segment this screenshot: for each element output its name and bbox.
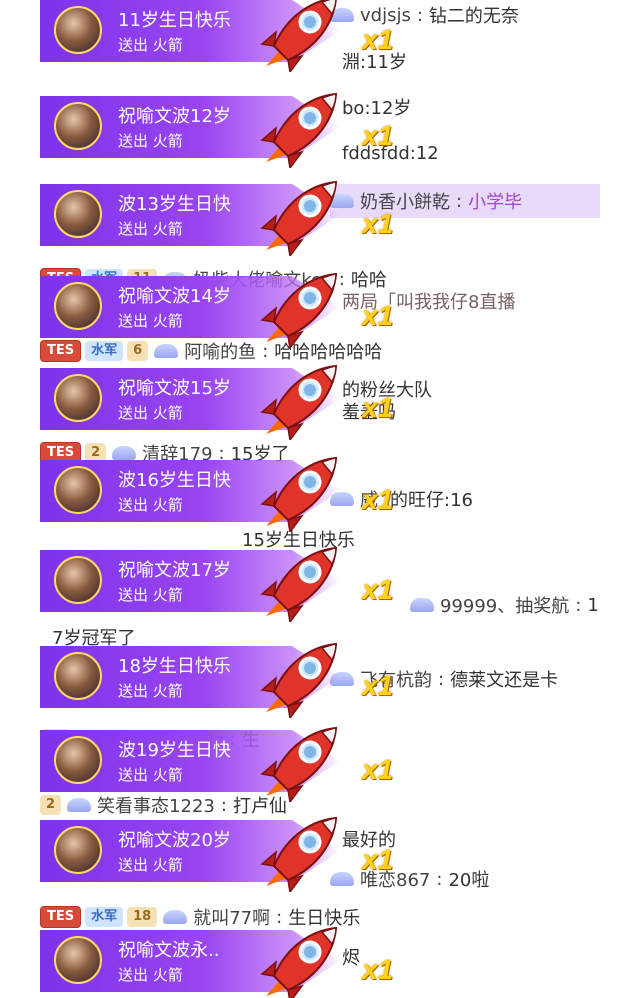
gift-sender-name: 波16岁生日快 — [118, 470, 231, 491]
rocket-icon — [252, 0, 344, 74]
hero-avatar[interactable] — [54, 556, 102, 604]
rocket-icon — [252, 268, 344, 350]
gift-sender-name: 波13岁生日快 — [118, 194, 231, 215]
rocket-icon — [252, 542, 344, 624]
gift-action-text: 送出 火箭 — [118, 36, 183, 54]
gift-count: x1 — [362, 844, 394, 875]
gift-action-text: 送出 火箭 — [118, 312, 183, 330]
gift-action-text: 送出 火箭 — [118, 404, 183, 422]
gift-sender-name: 祝喻文波17岁 — [118, 560, 231, 581]
gift-banner[interactable]: 11岁生日快乐 送出 火箭 x1 — [40, 0, 393, 74]
hero-avatar[interactable] — [54, 652, 102, 700]
gift-count: x1 — [362, 208, 394, 239]
gift-banner[interactable]: 祝喻文波12岁 送出 火箭 x1 — [40, 92, 393, 170]
gift-action-text: 送出 火箭 — [118, 856, 183, 874]
gift-sender-name: 18岁生日快乐 — [118, 656, 231, 677]
gift-banner[interactable]: 祝喻文波20岁 送出 火箭 x1 — [40, 816, 393, 894]
hero-avatar[interactable] — [54, 374, 102, 422]
gift-banner-stack: 11岁生日快乐 送出 火箭 x1 祝喻文波12岁 送出 火箭 x1 波13岁生日快 送出 … — [0, 0, 640, 998]
hero-avatar[interactable] — [54, 826, 102, 874]
hero-avatar[interactable] — [54, 6, 102, 54]
gift-banner[interactable]: 祝喻文波17岁 送出 火箭 x1 — [40, 546, 393, 624]
gift-banner[interactable]: 祝喻文波永.. 送出 火箭 x1 — [40, 926, 393, 998]
gift-action-text: 送出 火箭 — [118, 220, 183, 238]
gift-count: x1 — [362, 120, 394, 151]
gift-sender-name: 祝喻文波15岁 — [118, 378, 231, 399]
gift-banner[interactable]: 波13岁生日快 送出 火箭 x1 — [40, 180, 393, 258]
rocket-icon — [252, 452, 344, 534]
gift-count: x1 — [362, 670, 394, 701]
hero-avatar[interactable] — [54, 102, 102, 150]
gift-sender-name: 祝喻文波20岁 — [118, 830, 231, 851]
rocket-icon — [252, 722, 344, 804]
gift-action-text: 送出 火箭 — [118, 766, 183, 784]
rocket-icon — [252, 638, 344, 720]
gift-count: x1 — [362, 754, 394, 785]
gift-sender-name: 祝喻文波14岁 — [118, 286, 231, 307]
gift-banner[interactable]: 祝喻文波15岁 送出 火箭 x1 — [40, 364, 393, 442]
gift-banner[interactable]: 波16岁生日快 送出 火箭 x1 — [40, 456, 393, 534]
rocket-icon — [252, 360, 344, 442]
gift-count: x1 — [362, 484, 394, 515]
rocket-icon — [252, 922, 344, 998]
rocket-icon — [252, 176, 344, 258]
gift-action-text: 送出 火箭 — [118, 132, 183, 150]
gift-banner[interactable]: 祝喻文波14岁 送出 火箭 x1 — [40, 272, 393, 350]
gift-sender-name: 波19岁生日快 — [118, 740, 231, 761]
gift-banner[interactable]: 波19岁生日快 送出 火箭 x1 — [40, 726, 393, 804]
gift-count: x1 — [362, 24, 394, 55]
gift-action-text: 送出 火箭 — [118, 496, 183, 514]
gift-action-text: 送出 火箭 — [118, 966, 183, 984]
hero-avatar[interactable] — [54, 190, 102, 238]
gift-sender-name: 11岁生日快乐 — [118, 10, 231, 31]
gift-action-text: 送出 火箭 — [118, 682, 183, 700]
hero-avatar[interactable] — [54, 466, 102, 514]
gift-sender-name: 祝喻文波12岁 — [118, 106, 231, 127]
gift-banner[interactable]: 18岁生日快乐 送出 火箭 x1 — [40, 642, 393, 720]
gift-count: x1 — [362, 954, 394, 985]
gift-count: x1 — [362, 574, 394, 605]
rocket-icon — [252, 812, 344, 894]
gift-count: x1 — [362, 392, 394, 423]
rocket-icon — [252, 88, 344, 170]
gift-action-text: 送出 火箭 — [118, 586, 183, 604]
gift-count: x1 — [362, 300, 394, 331]
live-chat-screen: vdjsjs: 钻二的无奈 淵:11岁 bo:12岁 fddsfdd:12 奶香小餅乾: 小… — [0, 0, 640, 998]
hero-avatar[interactable] — [54, 736, 102, 784]
gift-sender-name: 祝喻文波永.. — [118, 940, 220, 961]
hero-avatar[interactable] — [54, 282, 102, 330]
hero-avatar[interactable] — [54, 936, 102, 984]
